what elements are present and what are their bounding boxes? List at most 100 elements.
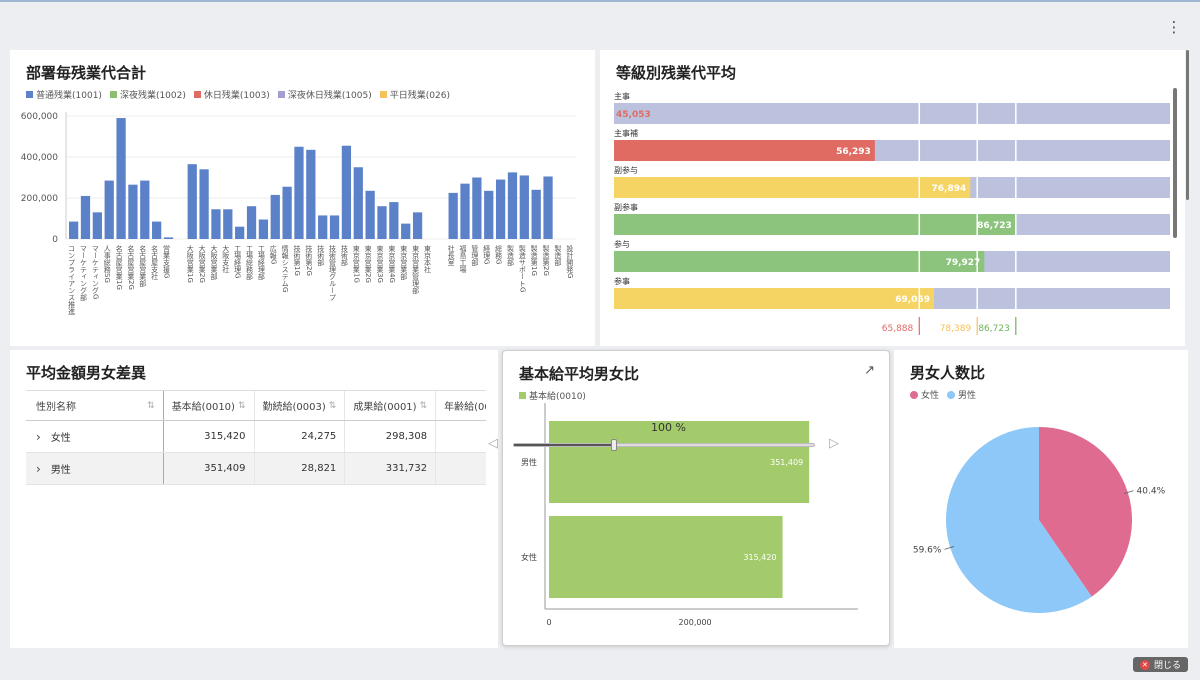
x-tick-label: マーケティングG bbox=[91, 245, 99, 299]
zoom-slider-track[interactable] bbox=[513, 439, 815, 451]
table-cell bbox=[436, 421, 486, 452]
x-tick-label: 人事総務SG bbox=[103, 245, 111, 283]
x-tick-label: マーケティング部 bbox=[79, 245, 87, 302]
bar bbox=[80, 195, 91, 239]
sort-icon[interactable]: ⇅ bbox=[420, 401, 428, 411]
next-arrow-icon[interactable]: ▷ bbox=[829, 436, 839, 451]
x-tick-label: 管理部 bbox=[471, 244, 479, 267]
x-tick-label: 東京営業3G bbox=[376, 244, 384, 283]
pie-value-label: 40.4% bbox=[1137, 487, 1166, 497]
bar bbox=[614, 251, 985, 272]
bar-value-label: 45,053 bbox=[616, 110, 651, 120]
table-cell: 28,821 bbox=[255, 453, 346, 484]
sort-icon[interactable]: ⇅ bbox=[147, 401, 155, 411]
category-label: 主事補 bbox=[614, 128, 638, 138]
table-row[interactable]: › 男性 351,409 28,821 331,732 bbox=[26, 453, 486, 485]
x-tick-label: 情報システムG bbox=[281, 244, 289, 292]
bar bbox=[140, 180, 150, 239]
pie-value-label: 59.6% bbox=[913, 545, 942, 555]
table-cell: 298,308 bbox=[345, 421, 437, 452]
zoom-slider-handle[interactable] bbox=[611, 439, 617, 451]
col-header-performance[interactable]: 成果給(0001) ⇅ bbox=[345, 391, 437, 420]
x-tick-label: 名古屋支社 bbox=[151, 244, 159, 281]
x-tick-label: コンプライアンス推進 bbox=[68, 245, 76, 316]
sort-icon[interactable]: ⇅ bbox=[238, 401, 246, 411]
bar bbox=[377, 206, 387, 239]
prev-arrow-icon[interactable]: ◁ bbox=[488, 436, 498, 451]
bar bbox=[282, 186, 292, 239]
chevron-right-icon[interactable]: › bbox=[36, 462, 41, 476]
bar bbox=[460, 183, 470, 239]
bar-background bbox=[614, 103, 1170, 124]
bar bbox=[472, 177, 482, 239]
category-label: 副参与 bbox=[614, 165, 638, 175]
x-tick-label: 東京本社 bbox=[423, 244, 431, 274]
x-tick-label: 技術部 bbox=[340, 244, 348, 267]
bar bbox=[614, 288, 934, 309]
table-cell: 351,409 bbox=[164, 453, 255, 484]
category-label: 女性 bbox=[521, 552, 537, 562]
dept-overtime-panel: 部署毎残業代合計 普通残業(1001) 深夜残業(1002) 休日残業(1003) 深… bbox=[10, 50, 595, 346]
x-tick-label: 工場総務部 bbox=[246, 245, 254, 281]
close-button[interactable]: ✕ 閉じる bbox=[1133, 657, 1188, 672]
gender-pie-chart: 40.4% 59.6% bbox=[913, 427, 1166, 613]
x-tick-label: 東京営業管理部 bbox=[412, 244, 420, 295]
bar bbox=[152, 221, 162, 239]
basic-salary-panel: 基本給平均男女比 ↗ 基本給(0010) 351,409 男性 315,420 女性 0… bbox=[502, 350, 890, 646]
table-cell: 331,732 bbox=[345, 453, 437, 484]
kebab-menu-icon[interactable]: ⋮ bbox=[1166, 18, 1182, 36]
grade-overtime-panel: 等級別残業代平均 主事 45,053 主事補 56,293 副参与 76,894 副参事 86… bbox=[600, 50, 1185, 346]
x-tick-label: 福島工場 bbox=[459, 244, 467, 274]
x-tick-label: 大阪営業部 bbox=[210, 244, 218, 281]
dept-bar-chart: 0 200,000 400,000 600,000 コンプライアンス推進 マーケティング部… bbox=[21, 112, 576, 316]
col-header-basic[interactable]: 基本給(0010) ⇅ bbox=[164, 391, 255, 420]
zoom-label: 100 % bbox=[651, 421, 686, 434]
bar bbox=[507, 172, 518, 239]
bar bbox=[223, 209, 233, 239]
basic-salary-chart: 351,409 男性 315,420 女性 0 200,000 bbox=[521, 403, 858, 627]
x-tick-label: 設計開発G bbox=[566, 244, 574, 278]
x-tick-label: 大阪営業2G bbox=[198, 244, 206, 283]
col-header-age[interactable]: 年齢給(00 bbox=[436, 391, 486, 420]
x-tick-label: 技術第2G bbox=[305, 244, 313, 276]
table-row[interactable]: › 女性 315,420 24,275 298,308 bbox=[26, 421, 486, 453]
bar-value-label: 315,420 bbox=[743, 553, 776, 562]
category-label: 主事 bbox=[614, 91, 630, 101]
x-tick-label: 0 bbox=[546, 618, 551, 627]
bar-value-label: 86,723 bbox=[977, 221, 1012, 231]
reference-label: 86,723 bbox=[978, 324, 1010, 334]
bar bbox=[389, 202, 399, 239]
x-tick-label: 東京営業1G bbox=[352, 244, 360, 283]
x-tick-label: 広報G bbox=[269, 244, 277, 264]
category-label: 参事 bbox=[614, 276, 630, 286]
x-tick-label: 社長室 bbox=[447, 244, 455, 266]
bar bbox=[104, 180, 114, 239]
col-header-tenure[interactable]: 勤続給(0003) ⇅ bbox=[255, 391, 346, 420]
x-tick-label: 名古屋営業1G bbox=[115, 244, 123, 290]
col-header-gender[interactable]: 性別名称 ⇅ bbox=[26, 391, 164, 420]
chevron-right-icon[interactable]: › bbox=[36, 430, 41, 444]
x-tick-label: 製造第1G bbox=[530, 244, 538, 276]
pie-scrollbar[interactable] bbox=[1186, 50, 1189, 200]
y-tick-label: 200,000 bbox=[21, 194, 58, 204]
bar bbox=[519, 175, 529, 239]
bar bbox=[495, 179, 506, 239]
category-label: 副参事 bbox=[614, 202, 638, 212]
table-panel-title: 平均金額男女差異 bbox=[26, 364, 147, 382]
bar bbox=[531, 189, 541, 239]
table-cell: 315,420 bbox=[164, 421, 255, 452]
top-accent-line bbox=[0, 0, 1200, 2]
x-tick-label: 名古屋営業部 bbox=[139, 244, 147, 288]
category-label: 参与 bbox=[614, 239, 630, 249]
x-tick-label: 工場経理部 bbox=[257, 245, 265, 281]
bar-value-label: 351,409 bbox=[770, 458, 803, 467]
bar bbox=[128, 184, 138, 239]
sort-icon[interactable]: ⇅ bbox=[329, 401, 337, 411]
x-tick-label: 東京営業部 bbox=[400, 244, 408, 281]
x-tick-label: 経理G bbox=[483, 244, 491, 264]
x-tick-label: 総務G bbox=[495, 244, 503, 264]
grade-scrollbar[interactable] bbox=[1173, 88, 1177, 238]
y-tick-label: 600,000 bbox=[21, 112, 58, 122]
bar bbox=[401, 223, 411, 239]
category-label: 男性 bbox=[521, 457, 537, 467]
